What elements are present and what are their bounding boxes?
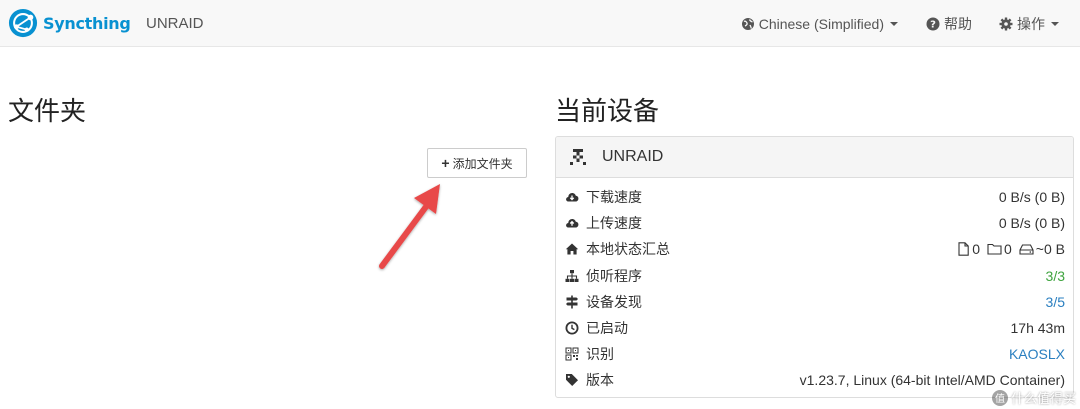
question-circle-icon: ? [926,17,940,30]
row-listeners: 侦听程序 3/3 [556,263,1073,289]
row-discovery: 设备发现 3/5 [556,289,1073,315]
cloud-upload-icon [566,219,579,228]
version-value: v1.23.7, Linux (64-bit Intel/AMD Contain… [799,372,1065,389]
gear-icon [999,17,1013,30]
row-local-state: 本地状态汇总 0 0 ~0 B [556,236,1073,262]
plus-icon: + [441,155,450,171]
tag-icon [566,374,578,387]
row-identification: 识别 KAOSLX [556,341,1073,367]
actions-menu[interactable]: 操作 [999,14,1059,34]
this-device-title: 当前设备 [555,96,660,126]
folders-title: 文件夹 [8,96,87,126]
uptime-value: 17h 43m [1010,320,1065,337]
local-state-values: 0 0 ~0 B [957,241,1065,257]
watermark-text: 什么值得买 [1010,391,1076,406]
add-folder-label: 添加文件夹 [452,156,513,171]
red-arrow-annotation-icon [379,184,440,269]
navbar: Syncthing UNRAID Chinese (Simplified) ? … [0,0,1080,47]
sitemap-icon [565,269,579,282]
local-dirs-count: 0 [1004,241,1012,258]
upload-rate-value: 0 B/s (0 B) [998,215,1065,232]
clock-icon [565,321,579,335]
local-state-label: 本地状态汇总 [586,241,670,258]
help-label: 帮助 [944,15,972,32]
listeners-value[interactable]: 3/3 [1046,268,1065,284]
local-files-count: 0 [972,241,980,258]
download-rate-value: 0 B/s (0 B) [998,189,1065,206]
home-icon [565,243,579,255]
identification-label: 识别 [586,346,614,363]
chevron-down-icon [890,21,898,26]
discovery-value[interactable]: 3/5 [1046,294,1065,310]
syncthing-logo-icon [8,8,38,38]
folder-icon [987,244,1002,256]
signpost-icon [566,295,578,309]
upload-rate-label: 上传速度 [586,215,642,232]
version-label: 版本 [586,372,614,389]
row-upload-rate: 上传速度 0 B/s (0 B) [556,210,1073,236]
listeners-label: 侦听程序 [586,267,642,284]
watermark: 值 什么值得买 [991,388,1076,407]
discovery-label: 设备发现 [586,293,642,310]
hdd-icon [1019,244,1034,256]
svg-text:?: ? [930,19,936,30]
language-label: Chinese (Simplified) [758,15,884,32]
this-device-panel: UNRAID 下载速度 0 B/s (0 B) 上传速度 0 B/s (0 B) [555,136,1074,398]
watermark-logo-icon: 值 [991,389,1008,406]
this-device-name: UNRAID [602,148,664,165]
row-download-rate: 下载速度 0 B/s (0 B) [556,184,1073,210]
this-device-details: 下载速度 0 B/s (0 B) 上传速度 0 B/s (0 B) 本地状态汇总 [556,178,1073,394]
local-size: ~0 B [1035,241,1065,258]
brand[interactable]: Syncthing [8,7,131,39]
globe-icon [741,17,754,30]
nav-right: Chinese (Simplified) ? 帮助 操作 [741,0,1080,47]
help-menu[interactable]: ? 帮助 [926,14,972,34]
cloud-download-icon [566,193,579,202]
uptime-label: 已启动 [586,320,628,337]
file-icon [958,242,969,257]
nav-device-name: UNRAID [146,15,204,32]
this-device-heading[interactable]: UNRAID [556,137,1073,178]
device-identicon-icon [570,149,586,165]
add-folder-button[interactable]: + 添加文件夹 [427,148,527,178]
device-id-value[interactable]: KAOSLX [1009,346,1065,362]
actions-label: 操作 [1017,15,1045,32]
row-uptime: 已启动 17h 43m [556,315,1073,341]
language-dropdown[interactable]: Chinese (Simplified) [741,16,898,32]
brand-name: Syncthing [43,13,131,33]
chevron-down-icon [1051,21,1059,26]
download-rate-label: 下载速度 [586,189,642,206]
qrcode-icon [565,347,579,361]
